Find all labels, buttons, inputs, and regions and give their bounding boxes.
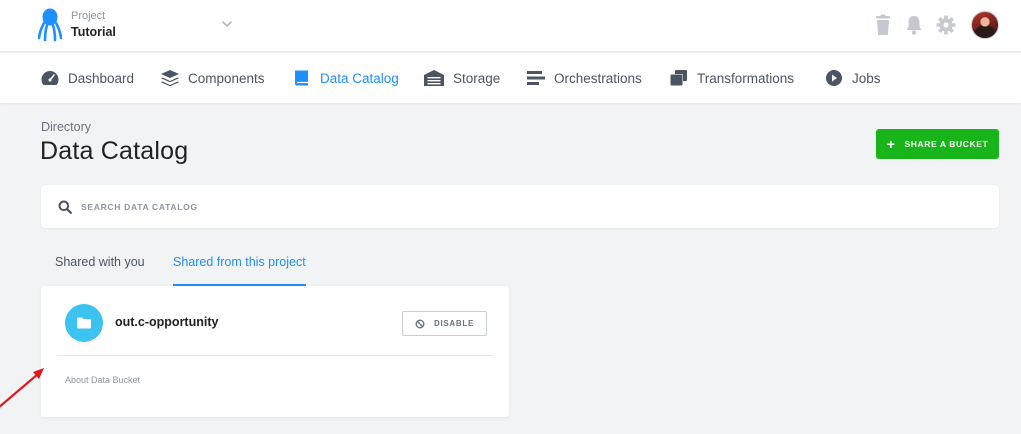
- orchestrations-icon: [527, 71, 545, 85]
- bell-icon[interactable]: [904, 14, 924, 36]
- disable-label: DISABLE: [433, 319, 474, 328]
- nav-item-transformations[interactable]: Transformations: [669, 68, 794, 88]
- components-icon: [161, 70, 179, 87]
- nav-item-data-catalog[interactable]: Data Catalog: [292, 68, 399, 88]
- bucket-description: About Data Bucket: [65, 375, 141, 385]
- trash-icon[interactable]: [873, 14, 893, 36]
- nav-item-jobs[interactable]: Jobs: [824, 68, 881, 88]
- transformations-icon: [670, 70, 687, 86]
- chevron-down-icon[interactable]: [220, 17, 234, 31]
- nav-item-storage[interactable]: Storage: [423, 68, 500, 88]
- gear-icon[interactable]: [936, 14, 956, 36]
- nav-label: Data Catalog: [320, 70, 399, 86]
- top-bar: Project Tutorial: [0, 0, 1021, 52]
- book-icon: [295, 70, 308, 86]
- disable-sharing-button[interactable]: DISABLE: [402, 311, 487, 336]
- search-bar: [41, 185, 999, 228]
- nav-item-orchestrations[interactable]: Orchestrations: [526, 68, 642, 88]
- storage-icon: [424, 70, 444, 86]
- project-label: Project: [71, 10, 106, 22]
- share-bucket-label: SHARE A BUCKET: [904, 139, 989, 149]
- card-divider: [57, 355, 493, 356]
- share-bucket-button[interactable]: + SHARE A BUCKET: [876, 129, 999, 159]
- nav-label: Jobs: [852, 70, 881, 86]
- main-navigation: Dashboard Components Data Catalog Storag…: [0, 53, 1021, 103]
- nav-item-dashboard[interactable]: Dashboard: [40, 68, 134, 88]
- keboola-octopus-logo[interactable]: [38, 8, 62, 42]
- bucket-folder-avatar: [65, 304, 103, 342]
- tab-shared-with-you[interactable]: Shared with you: [55, 254, 145, 286]
- nav-label: Transformations: [697, 70, 795, 86]
- bucket-name[interactable]: out.c-opportunity: [115, 315, 218, 329]
- nav-label: Storage: [453, 70, 501, 86]
- ban-icon: [415, 319, 425, 328]
- project-switcher[interactable]: Project Tutorial: [71, 10, 116, 41]
- annotation-arrow-icon: [0, 368, 44, 408]
- nav-label: Components: [188, 70, 265, 86]
- dashboard-icon: [41, 71, 59, 85]
- project-name: Tutorial: [71, 25, 116, 39]
- plus-icon: +: [886, 136, 896, 152]
- search-input[interactable]: [81, 201, 881, 212]
- tab-shared-from-this-project[interactable]: Shared from this project: [173, 254, 306, 286]
- page-title: Data Catalog: [40, 137, 189, 165]
- nav-item-components[interactable]: Components: [160, 68, 265, 88]
- user-avatar[interactable]: [971, 11, 999, 39]
- folder-icon: [77, 317, 91, 329]
- nav-label: Orchestrations: [554, 70, 642, 86]
- breadcrumb-directory[interactable]: Directory: [41, 120, 91, 134]
- nav-label: Dashboard: [68, 70, 135, 86]
- search-icon: [58, 200, 72, 214]
- play-circle-icon: [826, 70, 842, 86]
- bucket-card: out.c-opportunity DISABLE About Data Buc…: [41, 286, 509, 417]
